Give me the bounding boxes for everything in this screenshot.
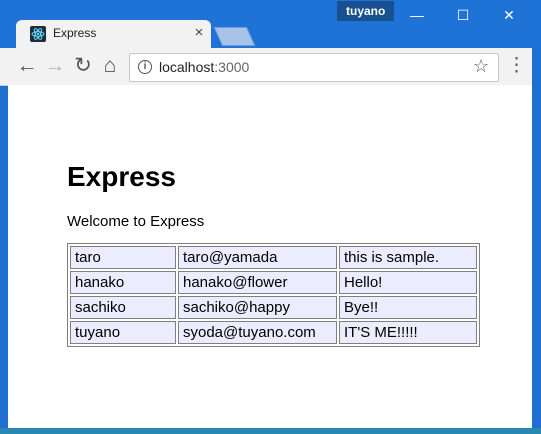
table-cell-name: tuyano xyxy=(70,321,176,344)
table-cell-email: taro@yamada xyxy=(178,246,337,269)
reload-icon[interactable]: ↻ xyxy=(72,55,94,77)
web-page: Express Welcome to Express taro taro@yam… xyxy=(8,85,532,428)
tab-title: Express xyxy=(53,26,97,40)
url-host: localhost xyxy=(159,59,215,75)
more-vert-icon[interactable]: ⋮ xyxy=(507,56,526,75)
browser-window: tuyano — ☐ ✕ Express × ← → ↻ ⌂ i localho… xyxy=(0,0,541,428)
table-row: tuyano syoda@tuyano.com IT'S ME!!!!! xyxy=(70,321,477,344)
react-logo-icon xyxy=(30,26,46,42)
back-arrow-icon[interactable]: ← xyxy=(16,55,38,77)
profile-badge[interactable]: tuyano xyxy=(337,1,395,21)
title-bar: tuyano — ☐ ✕ Express × xyxy=(0,0,541,48)
table-cell-email: hanako@flower xyxy=(178,271,337,294)
table-cell-name: hanako xyxy=(70,271,176,294)
url-text[interactable]: localhost:3000 xyxy=(159,59,249,75)
table-cell-name: taro xyxy=(70,246,176,269)
home-icon[interactable]: ⌂ xyxy=(99,55,121,77)
tab-close-icon[interactable]: × xyxy=(191,23,207,43)
table-cell-message: this is sample. xyxy=(339,246,477,269)
table-cell-name: sachiko xyxy=(70,296,176,319)
table-row: sachiko sachiko@happy Bye!! xyxy=(70,296,477,319)
info-icon[interactable]: i xyxy=(138,60,152,74)
new-tab-button[interactable] xyxy=(213,27,256,46)
maximize-icon[interactable]: ☐ xyxy=(447,3,479,27)
table-cell-message: Bye!! xyxy=(339,296,477,319)
browser-toolbar: ← → ↻ ⌂ i localhost:3000 ☆ ⋮ xyxy=(0,48,532,86)
close-icon[interactable]: ✕ xyxy=(493,3,525,27)
table-cell-message: IT'S ME!!!!! xyxy=(339,321,477,344)
minimize-icon[interactable]: — xyxy=(401,3,433,27)
browser-tab[interactable]: Express × xyxy=(16,20,211,48)
url-port: :3000 xyxy=(214,59,250,75)
table-row: hanako hanako@flower Hello! xyxy=(70,271,477,294)
welcome-text: Welcome to Express xyxy=(67,213,205,230)
table-cell-email: syoda@tuyano.com xyxy=(178,321,337,344)
table-cell-email: sachiko@happy xyxy=(178,296,337,319)
table-cell-message: Hello! xyxy=(339,271,477,294)
star-icon[interactable]: ☆ xyxy=(473,56,489,77)
page-title: Express xyxy=(67,161,176,192)
data-table: taro taro@yamada this is sample. hanako … xyxy=(67,243,480,347)
forward-arrow-icon[interactable]: → xyxy=(44,55,66,77)
desktop-background xyxy=(0,428,541,434)
address-bar[interactable]: i localhost:3000 ☆ xyxy=(129,53,499,82)
table-row: taro taro@yamada this is sample. xyxy=(70,246,477,269)
